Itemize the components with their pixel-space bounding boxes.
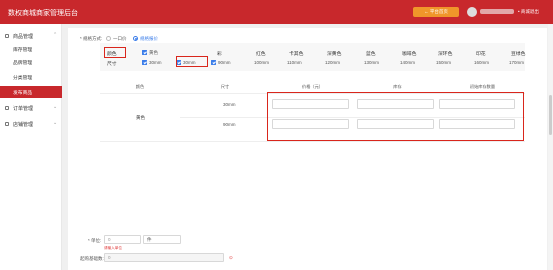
chevron-up-icon: ⌃ — [53, 32, 58, 38]
attr-column-name: 印花 — [476, 52, 486, 57]
min-order-input[interactable]: 0 — [104, 253, 224, 262]
attr-checkbox[interactable] — [142, 60, 147, 65]
min-order-label: 起购基础数: — [80, 256, 104, 261]
sidebar-group-label: 订单管理 — [13, 106, 34, 112]
chevron-down-icon: ⌄ — [53, 104, 58, 110]
unit-input[interactable]: 0 — [104, 235, 141, 244]
platform-home-button[interactable]: ← 平台首页 — [413, 7, 459, 17]
brand-title: 数权商城商家管理后台 — [8, 10, 78, 17]
sidebar-item-publish[interactable]: 发布商品 — [0, 86, 62, 98]
username-redacted — [480, 9, 514, 14]
sidebar-item-label: 发布商品 — [13, 91, 33, 96]
spec-mode-label: * 规格方式: — [80, 36, 103, 41]
radio-spec-price[interactable] — [133, 36, 138, 41]
attr-column-name: 彩 — [217, 52, 222, 57]
attr-value[interactable]: 130mm — [364, 60, 379, 65]
col-header-color: 颜色 — [135, 84, 145, 89]
attr-value[interactable]: 170mm — [509, 60, 524, 65]
attr-value: 30mm — [149, 60, 162, 65]
sidebar-item-category[interactable]: 分类管理 — [0, 71, 62, 83]
attribute-panel — [100, 43, 525, 71]
required-mark-icon: ⊙ — [229, 255, 233, 260]
sidebar: 商品管理 ⌃ 库存管理 品牌管理 分类管理 发布商品 订单管理 ⌄ 店铺管理 ⌄ — [0, 24, 62, 270]
attr-value[interactable]: 140mm — [400, 60, 415, 65]
attr-value[interactable]: 150mm — [436, 60, 451, 65]
attr-value[interactable]: 120mm — [325, 60, 340, 65]
order-icon — [5, 106, 9, 110]
attr-checkbox[interactable] — [142, 50, 147, 55]
sidebar-item-label: 分类管理 — [13, 76, 33, 81]
col-header-size: 尺寸 — [220, 84, 230, 89]
top-bar: 数权商城商家管理后台 ← 平台首页 • 商城退出 — [0, 0, 553, 24]
chevron-down-icon: ⌄ — [53, 120, 58, 126]
sidebar-group-label: 商品管理 — [13, 34, 34, 40]
sidebar-item-label: 品牌管理 — [13, 61, 33, 66]
unit-label: * 单位: — [88, 238, 102, 243]
sidebar-group-goods[interactable]: 商品管理 ⌃ — [0, 30, 62, 42]
attr-value: 黄色 — [149, 50, 158, 55]
radio-spec-price-label: 规格报价 — [140, 36, 158, 41]
attr-checkbox[interactable] — [211, 60, 216, 65]
store-icon — [5, 122, 9, 126]
unit-select[interactable]: 件 — [143, 235, 181, 244]
highlight-sku-inputs — [267, 92, 524, 141]
sidebar-item-brand[interactable]: 品牌管理 — [0, 56, 62, 68]
sidebar-group-orders[interactable]: 订单管理 ⌄ — [0, 102, 62, 114]
scrollbar-thumb[interactable] — [549, 95, 552, 135]
attr-column-name: 咖啡色 — [402, 52, 417, 57]
attr-column-name: 红色 — [256, 52, 266, 57]
attr-column-name: 豆绿色 — [511, 52, 526, 57]
attr-column-name: 蓝色 — [366, 52, 376, 57]
box-icon — [5, 34, 9, 38]
attr-value[interactable]: 160mm — [474, 60, 489, 65]
divider — [100, 141, 525, 142]
sidebar-item-label: 库存管理 — [13, 48, 33, 53]
radio-fixed-price-label: 一口价 — [113, 36, 127, 41]
sku-color-cell: 黄色 — [136, 115, 145, 120]
scrollbar-track[interactable] — [548, 24, 553, 270]
attr-value[interactable]: 100mm — [254, 60, 269, 65]
sidebar-group-label: 店铺管理 — [13, 122, 34, 128]
attr-value[interactable]: 110mm — [287, 60, 302, 65]
sidebar-group-store[interactable]: 店铺管理 ⌄ — [0, 118, 62, 130]
unit-error: 请输入单位 — [104, 246, 122, 250]
sidebar-item-inventory[interactable]: 库存管理 — [0, 43, 62, 55]
highlight-color-label — [104, 47, 126, 58]
attr-column-name: 深环色 — [438, 52, 453, 57]
sku-size-cell: 90mm — [223, 122, 236, 127]
avatar[interactable] — [467, 7, 477, 17]
attr-column-name: 卡其色 — [289, 52, 304, 57]
attr-row-label-size: 尺寸 — [107, 62, 117, 67]
logout-link[interactable]: • 商城退出 — [518, 9, 539, 15]
radio-fixed-price[interactable] — [106, 36, 111, 41]
highlight-selected-size — [176, 56, 208, 67]
attr-value: 90mm — [218, 60, 231, 65]
attr-column-name: 深黄色 — [327, 52, 342, 57]
sku-size-cell: 30mm — [223, 102, 236, 107]
